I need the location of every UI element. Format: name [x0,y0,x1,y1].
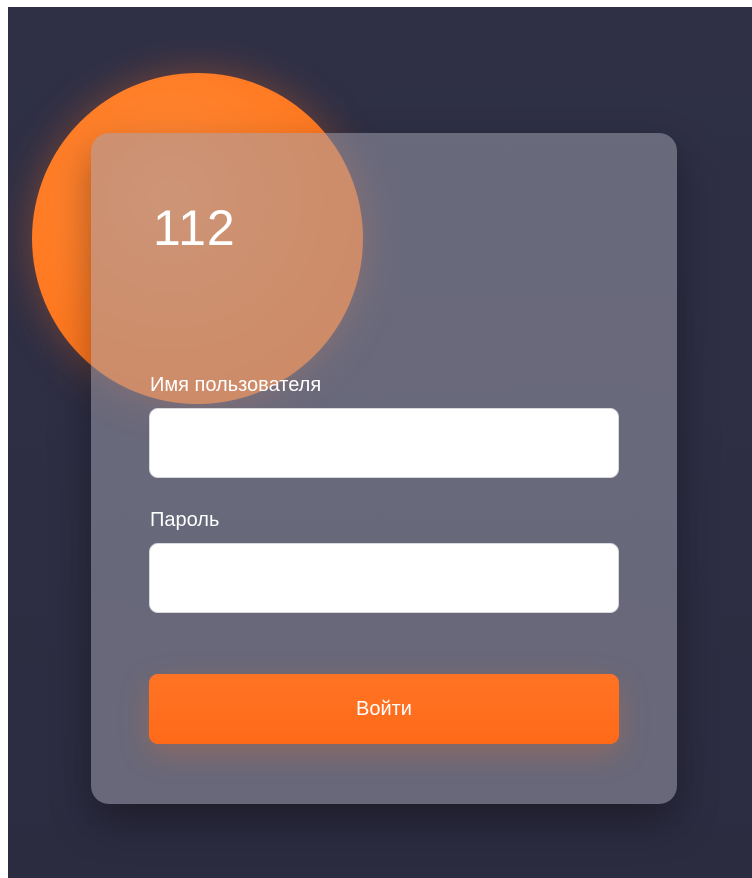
password-input[interactable] [149,543,619,613]
username-input[interactable] [149,408,619,478]
app-frame: 112 Имя пользователя Пароль Войти [8,7,752,878]
brand-title: 112 [153,200,236,256]
login-button[interactable]: Войти [149,674,619,744]
login-card: 112 Имя пользователя Пароль Войти [91,133,677,804]
username-label: Имя пользователя [150,374,322,396]
password-label: Пароль [150,509,220,531]
